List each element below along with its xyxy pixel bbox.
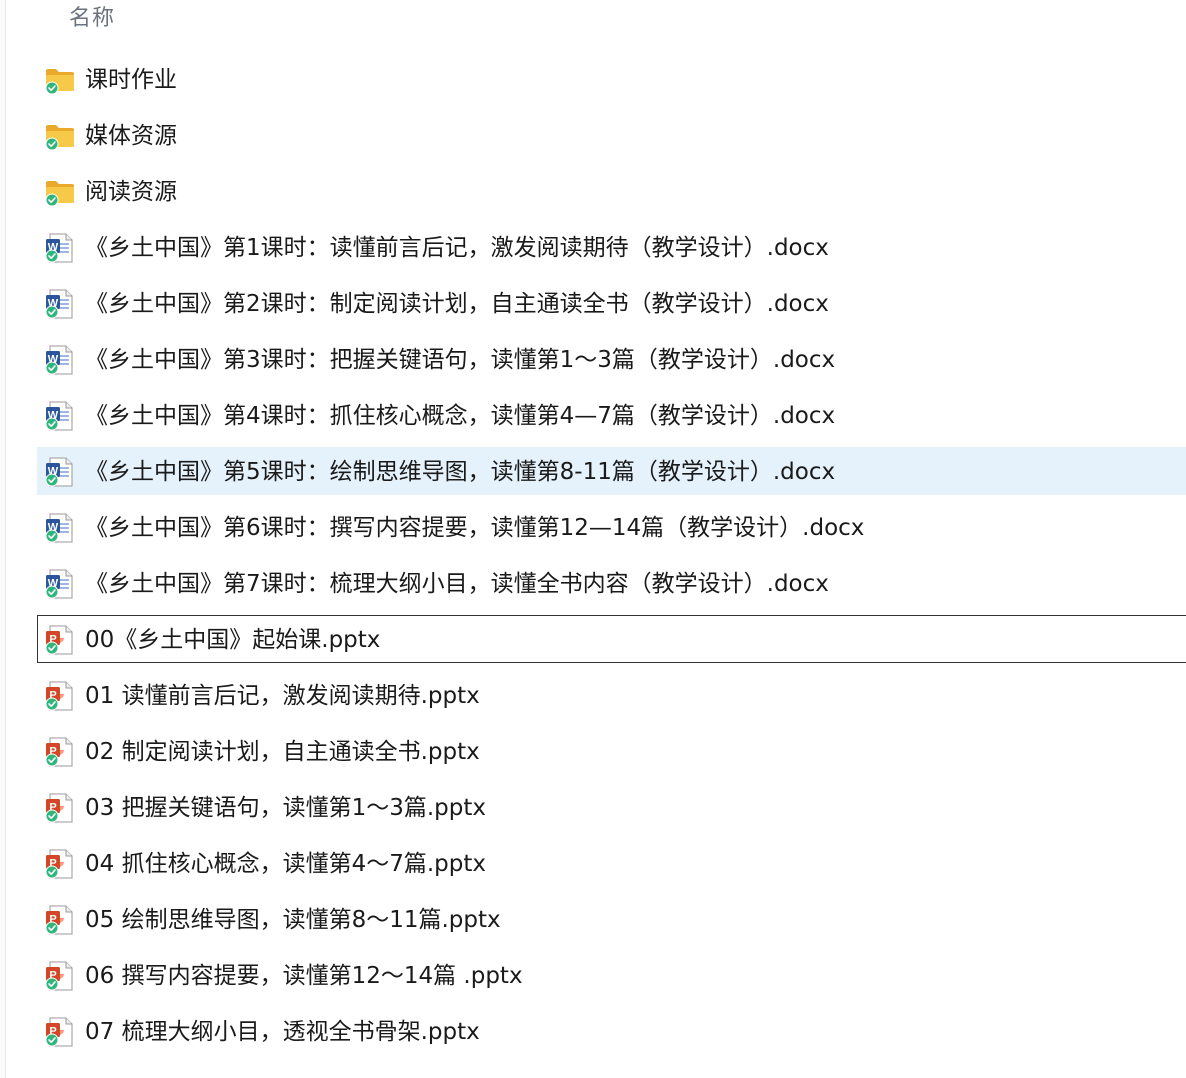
word-document-icon: W (44, 400, 76, 432)
word-document-icon: W (44, 568, 76, 600)
file-name: 03 把握关键语句，读懂第1～3篇.pptx (85, 795, 486, 821)
powerpoint-document-icon: P (44, 736, 76, 768)
file-row[interactable]: P 05 绘制思维导图，读懂第8～11篇.pptx (0, 892, 1186, 948)
file-name: 《乡土中国》第6课时：撰写内容提要，读懂第12—14篇（教学设计）.docx (85, 515, 865, 541)
file-row[interactable]: P 06 撰写内容提要，读懂第12～14篇 .pptx (0, 948, 1186, 1004)
word-document-icon: W (44, 456, 76, 488)
powerpoint-document-icon: P (44, 904, 76, 936)
folder-icon (44, 64, 76, 96)
powerpoint-document-icon: P (44, 624, 76, 656)
powerpoint-document-icon: P (44, 680, 76, 712)
file-row[interactable]: W 《乡土中国》第5课时：绘制思维导图，读懂第8-11篇（教学设计）.docx (0, 444, 1186, 500)
file-row[interactable]: P 02 制定阅读计划，自主通读全书.pptx (0, 724, 1186, 780)
powerpoint-document-icon: P (44, 792, 76, 824)
file-name: 媒体资源 (85, 123, 177, 149)
folder-row[interactable]: 课时作业 (0, 52, 1186, 108)
file-name: 00《乡土中国》起始课.pptx (85, 627, 381, 653)
word-document-icon: W (44, 288, 76, 320)
file-name: 《乡土中国》第5课时：绘制思维导图，读懂第8-11篇（教学设计）.docx (85, 459, 836, 485)
folder-icon (44, 176, 76, 208)
file-name: 《乡土中国》第1课时：读懂前言后记，激发阅读期待（教学设计）.docx (85, 235, 829, 261)
folder-row[interactable]: 阅读资源 (0, 164, 1186, 220)
file-name: 07 梳理大纲小目，透视全书骨架.pptx (85, 1019, 480, 1045)
file-row[interactable]: W 《乡土中国》第3课时：把握关键语句，读懂第1～3篇（教学设计）.docx (0, 332, 1186, 388)
file-row[interactable]: P 03 把握关键语句，读懂第1～3篇.pptx (0, 780, 1186, 836)
file-name: 06 撰写内容提要，读懂第12～14篇 .pptx (85, 963, 523, 989)
file-list: 课时作业媒体资源阅读资源 W 《乡土中国》第1课时：读懂前言后记，激发阅读期待（教学… (0, 52, 1186, 1060)
file-explorer: 名称 课时作业媒体资源阅读资源 W 《乡土中国》第1课时：读懂前言后记，激发阅读期待… (0, 0, 1186, 1078)
name-column-header[interactable]: 名称 (69, 2, 115, 36)
file-name: 《乡土中国》第3课时：把握关键语句，读懂第1～3篇（教学设计）.docx (85, 347, 836, 373)
file-name: 课时作业 (85, 67, 177, 93)
file-name: 《乡土中国》第4课时：抓住核心概念，读懂第4—7篇（教学设计）.docx (85, 403, 836, 429)
file-name: 《乡土中国》第7课时：梳理大纲小目，读懂全书内容（教学设计）.docx (85, 571, 829, 597)
file-row[interactable]: W 《乡土中国》第4课时：抓住核心概念，读懂第4—7篇（教学设计）.docx (0, 388, 1186, 444)
folder-icon (44, 120, 76, 152)
file-row[interactable]: W 《乡土中国》第1课时：读懂前言后记，激发阅读期待（教学设计）.docx (0, 220, 1186, 276)
file-row[interactable]: P 04 抓住核心概念，读懂第4～7篇.pptx (0, 836, 1186, 892)
file-name: 02 制定阅读计划，自主通读全书.pptx (85, 739, 480, 765)
word-document-icon: W (44, 232, 76, 264)
file-name: 阅读资源 (85, 179, 177, 205)
powerpoint-document-icon: P (44, 1016, 76, 1048)
file-name: 04 抓住核心概念，读懂第4～7篇.pptx (85, 851, 486, 877)
word-document-icon: W (44, 512, 76, 544)
powerpoint-document-icon: P (44, 960, 76, 992)
file-row[interactable]: W 《乡土中国》第6课时：撰写内容提要，读懂第12—14篇（教学设计）.docx (0, 500, 1186, 556)
file-row[interactable]: W 《乡土中国》第7课时：梳理大纲小目，读懂全书内容（教学设计）.docx (0, 556, 1186, 612)
powerpoint-document-icon: P (44, 848, 76, 880)
file-row[interactable]: W 《乡土中国》第2课时：制定阅读计划，自主通读全书（教学设计）.docx (0, 276, 1186, 332)
file-name: 《乡土中国》第2课时：制定阅读计划，自主通读全书（教学设计）.docx (85, 291, 829, 317)
file-name: 01 读懂前言后记，激发阅读期待.pptx (85, 683, 480, 709)
word-document-icon: W (44, 344, 76, 376)
file-row[interactable]: P 07 梳理大纲小目，透视全书骨架.pptx (0, 1004, 1186, 1060)
file-row[interactable]: P 00《乡土中国》起始课.pptx (0, 612, 1186, 668)
file-row[interactable]: P 01 读懂前言后记，激发阅读期待.pptx (0, 668, 1186, 724)
file-name: 05 绘制思维导图，读懂第8～11篇.pptx (85, 907, 501, 933)
folder-row[interactable]: 媒体资源 (0, 108, 1186, 164)
